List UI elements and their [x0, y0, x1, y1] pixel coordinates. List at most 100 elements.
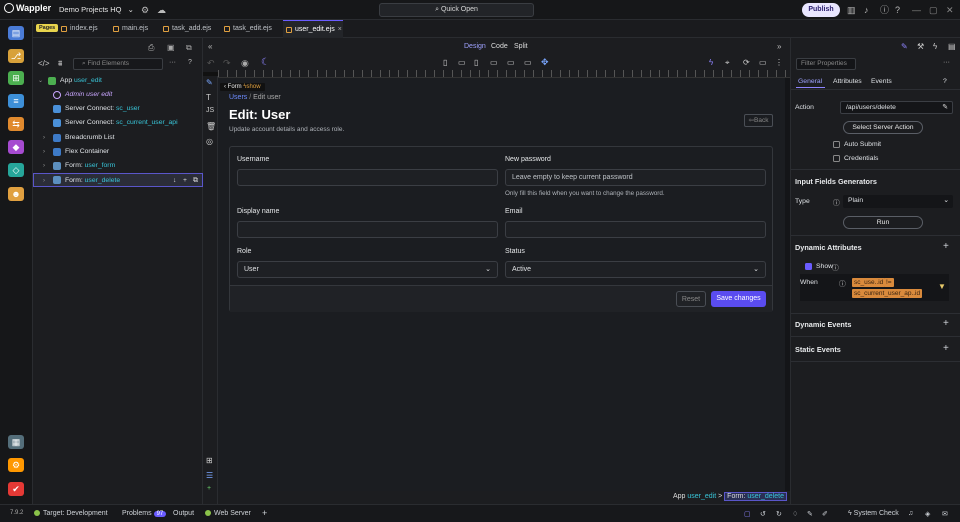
- copy-icon[interactable]: ⧉: [193, 174, 198, 188]
- view-design-tab[interactable]: Design: [464, 43, 486, 50]
- auto-submit-checkbox[interactable]: [833, 141, 840, 148]
- close-icon[interactable]: ✕: [946, 5, 954, 15]
- maximize-icon[interactable]: ▢: [929, 5, 938, 15]
- view-code-tab[interactable]: Code: [491, 43, 508, 50]
- add-static-event-icon[interactable]: +: [943, 344, 949, 354]
- reset-button[interactable]: Reset: [676, 291, 706, 307]
- database-icon[interactable]: ≡: [8, 94, 24, 108]
- mobile-icon[interactable]: ▯: [443, 58, 447, 67]
- eye-icon[interactable]: ◎: [206, 137, 213, 146]
- filter-icon[interactable]: ⩩: [58, 59, 62, 69]
- edit-icon[interactable]: ✎: [901, 42, 908, 51]
- text-icon[interactable]: T: [206, 93, 211, 102]
- help-icon[interactable]: ?: [943, 78, 947, 85]
- show-checkbox[interactable]: [805, 263, 812, 270]
- print-icon[interactable]: ⎙: [148, 43, 154, 53]
- like-icon[interactable]: ♢: [792, 510, 798, 518]
- tree-icon[interactable]: ⧉: [186, 43, 192, 53]
- when-token-right[interactable]: sc_current_user_ap..id: [852, 289, 923, 298]
- quick-open-button[interactable]: ⌕ Quick Open: [379, 3, 534, 17]
- screen-icon[interactable]: ▭: [759, 58, 767, 67]
- cloud-icon[interactable]: ☁: [157, 5, 166, 15]
- edit-icon[interactable]: ✐: [822, 510, 828, 518]
- notifications-icon[interactable]: ◈: [925, 510, 930, 518]
- tab-task-edit[interactable]: task_edit.ejs: [221, 20, 281, 38]
- pro-icon[interactable]: ✔: [8, 482, 24, 496]
- square-icon[interactable]: ▢: [744, 510, 751, 518]
- pages-icon[interactable]: ▤: [8, 26, 24, 40]
- desktop-icon[interactable]: ▭: [507, 58, 515, 67]
- edit-icon[interactable]: ✎: [206, 78, 213, 87]
- tab-user-edit[interactable]: user_edit.ejs ×: [283, 20, 343, 38]
- layers-icon[interactable]: ◇: [8, 163, 24, 177]
- filter-icon[interactable]: ▼: [938, 282, 946, 291]
- view-split-tab[interactable]: Split: [514, 43, 528, 50]
- tab-attributes[interactable]: Attributes: [833, 78, 862, 85]
- publish-button[interactable]: Publish: [802, 3, 840, 17]
- tab-events[interactable]: Events: [871, 78, 892, 85]
- workflow-icon[interactable]: ⎇: [8, 49, 24, 63]
- when-token-op[interactable]: !=: [884, 278, 894, 287]
- target-selector[interactable]: Target: Development: [34, 510, 108, 517]
- add-icon[interactable]: +: [262, 508, 267, 518]
- wand-icon[interactable]: ⚒: [917, 42, 924, 51]
- project-selector[interactable]: Demo Projects HQ ⌄: [59, 5, 134, 14]
- undo-icon[interactable]: ↺: [760, 510, 766, 518]
- extensions-icon[interactable]: ▦: [8, 435, 24, 449]
- routes-icon[interactable]: ⇆: [8, 117, 24, 131]
- folder-icon[interactable]: ▣: [167, 43, 175, 52]
- js-icon[interactable]: JS: [206, 107, 214, 114]
- camera-icon[interactable]: ◉: [241, 58, 249, 69]
- path-app[interactable]: App user_edit: [673, 493, 716, 500]
- lines-icon[interactable]: ☰: [206, 471, 213, 480]
- back-button[interactable]: ⇦Back: [744, 114, 773, 127]
- robot-icon[interactable]: ☻: [8, 187, 24, 201]
- username-input[interactable]: [237, 169, 498, 186]
- save-changes-button[interactable]: Save changes: [711, 291, 766, 307]
- tablet-icon[interactable]: ▯: [474, 58, 478, 67]
- tab-main[interactable]: main.ejs: [110, 20, 165, 38]
- dark-mode-icon[interactable]: ☾: [261, 57, 270, 68]
- filter-properties-input[interactable]: Filter Properties: [796, 58, 856, 70]
- tree-node-flex[interactable]: › Flex Container: [33, 145, 203, 159]
- tree-node-sc-current[interactable]: Server Connect: sc_current_user_api: [33, 116, 203, 130]
- wide-icon[interactable]: ▭: [524, 58, 532, 67]
- inspect-icon[interactable]: ⌖: [725, 58, 730, 68]
- problems-button[interactable]: Problems 97: [122, 510, 167, 517]
- gear-icon[interactable]: ⚙: [141, 5, 149, 15]
- credentials-checkbox[interactable]: [833, 155, 840, 162]
- more-icon[interactable]: ···: [943, 59, 950, 66]
- type-select[interactable]: Plain ⌄: [843, 195, 953, 208]
- output-button[interactable]: Output: [173, 510, 194, 517]
- tab-task-add[interactable]: task_add.ejs: [160, 20, 220, 38]
- role-select[interactable]: User ⌄: [237, 261, 498, 278]
- tree-node-app[interactable]: ⌄ App user_edit: [33, 74, 203, 88]
- tool-icon[interactable]: ✎: [807, 510, 813, 518]
- code-icon[interactable]: </>: [38, 59, 50, 68]
- mobile-landscape-icon[interactable]: ▭: [458, 58, 466, 67]
- system-check-button[interactable]: ϟ System Check: [848, 510, 899, 517]
- add-dynamic-attribute-icon[interactable]: +: [943, 242, 949, 252]
- more-icon[interactable]: ⋮: [775, 58, 783, 67]
- bell-icon[interactable]: ♪: [864, 5, 869, 15]
- minimize-icon[interactable]: —: [912, 5, 921, 15]
- tree-node-user-delete[interactable]: › Form: user_delete ↓ + ⧉: [33, 173, 203, 187]
- fit-icon[interactable]: ✥: [541, 57, 549, 68]
- layout-icon[interactable]: ▥: [847, 5, 856, 15]
- redo-icon[interactable]: ↻: [776, 510, 782, 518]
- book-icon[interactable]: ▤: [948, 42, 956, 51]
- help-icon[interactable]: ?: [895, 5, 900, 15]
- connect-icon[interactable]: ⊞: [8, 71, 24, 85]
- add-dynamic-event-icon[interactable]: +: [943, 319, 949, 329]
- tab-general[interactable]: General: [798, 78, 822, 85]
- chat-icon[interactable]: ✉: [942, 510, 948, 518]
- tree-node-user-form[interactable]: › Form: user_form: [33, 159, 203, 173]
- laptop-icon[interactable]: ▭: [490, 58, 498, 67]
- tree-node-breadcrumb[interactable]: › Breadcrumb List: [33, 131, 203, 145]
- plus-icon[interactable]: +: [207, 485, 211, 492]
- email-input[interactable]: [505, 221, 766, 238]
- move-down-icon[interactable]: ↓: [173, 174, 176, 188]
- info-icon[interactable]: ⓘ: [880, 5, 889, 15]
- tree-node-sc-user[interactable]: Server Connect: sc_user: [33, 102, 203, 116]
- tab-index[interactable]: index.ejs: [58, 20, 118, 38]
